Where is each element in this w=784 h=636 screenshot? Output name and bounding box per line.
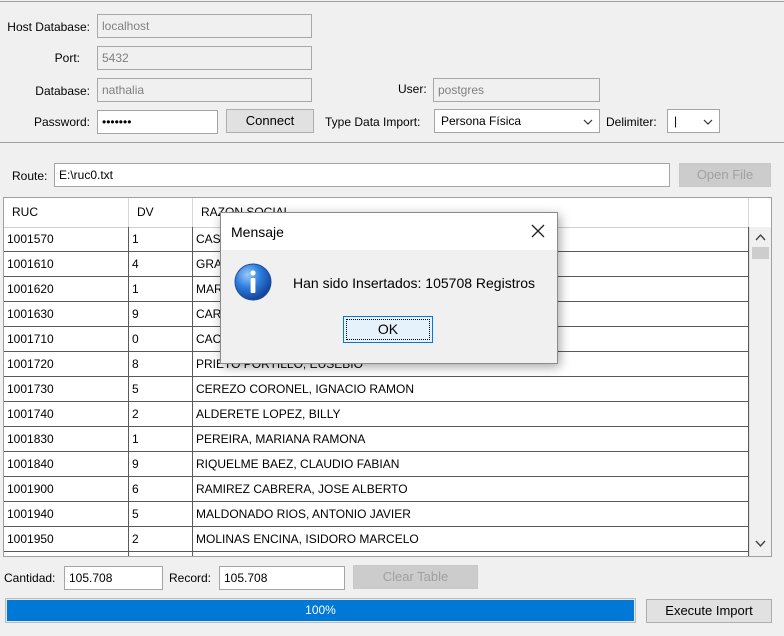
- password-label: Password:: [33, 115, 90, 129]
- cell-ruc[interactable]: 1001950: [4, 527, 129, 551]
- database-label: Database:: [35, 84, 90, 98]
- column-header-ruc[interactable]: RUC: [4, 198, 129, 227]
- cell-ruc[interactable]: 1001610: [4, 252, 129, 276]
- scrollbar-thumb[interactable]: [752, 247, 769, 259]
- import-progress-bar: 100%: [5, 598, 636, 623]
- vertical-scrollbar[interactable]: [749, 227, 771, 556]
- record-label: Record:: [169, 571, 212, 585]
- chevron-down-icon: [583, 119, 593, 125]
- close-icon[interactable]: [529, 222, 547, 240]
- cell-ruc[interactable]: 1001740: [4, 402, 129, 426]
- host-field[interactable]: localhost: [97, 14, 312, 38]
- cell-dv[interactable]: 5: [129, 502, 193, 526]
- cell-razon-social[interactable]: RAMIREZ CABRERA, JOSE ALBERTO: [193, 477, 749, 501]
- table-row[interactable]: 1001940 5 MALDONADO RIOS, ANTONIO JAVIER: [4, 502, 749, 527]
- table-row[interactable]: 1001740 2 ALDERETE LOPEZ, BILLY: [4, 402, 749, 427]
- port-field[interactable]: 5432: [97, 46, 312, 70]
- table-row[interactable]: 1001830 1 PEREIRA, MARIANA RAMONA: [4, 427, 749, 452]
- database-field[interactable]: nathalia: [97, 78, 312, 102]
- dialog-body: Han sido Insertados: 105708 Registros OK: [221, 250, 557, 363]
- cell-dv[interactable]: 2: [129, 527, 193, 551]
- cell-razon-social[interactable]: ALDERETE LOPEZ, BILLY: [193, 402, 749, 426]
- cell-ruc[interactable]: 1001710: [4, 327, 129, 351]
- cell-ruc[interactable]: 1001900: [4, 477, 129, 501]
- dialog-titlebar: Mensaje: [221, 213, 557, 250]
- section-divider: [0, 142, 784, 143]
- type-import-select[interactable]: Persona Física: [434, 109, 600, 133]
- cell-dv[interactable]: [129, 552, 193, 556]
- ok-button[interactable]: OK: [343, 316, 433, 343]
- cell-razon-social[interactable]: [193, 552, 749, 556]
- cell-dv[interactable]: 4: [129, 252, 193, 276]
- table-row[interactable]: 1001840 9 RIQUELME BAEZ, CLAUDIO FABIAN: [4, 452, 749, 477]
- cell-dv[interactable]: 9: [129, 302, 193, 326]
- dialog-title: Mensaje: [231, 224, 284, 240]
- scroll-up-icon[interactable]: [755, 233, 766, 241]
- cell-dv[interactable]: 1: [129, 427, 193, 451]
- cell-razon-social[interactable]: RIQUELME BAEZ, CLAUDIO FABIAN: [193, 452, 749, 476]
- route-label: Route:: [12, 169, 48, 183]
- user-label: User:: [398, 82, 427, 96]
- user-field[interactable]: postgres: [433, 78, 600, 102]
- cell-razon-social[interactable]: MALDONADO RIOS, ANTONIO JAVIER: [193, 502, 749, 526]
- cell-dv[interactable]: 0: [129, 327, 193, 351]
- password-field[interactable]: •••••••: [97, 110, 218, 134]
- cell-ruc[interactable]: 1001840: [4, 452, 129, 476]
- table-row[interactable]: 1001900 6 RAMIREZ CABRERA, JOSE ALBERTO: [4, 477, 749, 502]
- dialog-message: Han sido Insertados: 105708 Registros: [293, 275, 536, 291]
- cell-dv[interactable]: 5: [129, 377, 193, 401]
- connect-button[interactable]: Connect: [226, 109, 314, 133]
- cell-dv[interactable]: 9: [129, 452, 193, 476]
- message-dialog: Mensaje Han sido Insertados: 105708 Regi…: [220, 212, 558, 364]
- port-label: Port:: [54, 51, 80, 65]
- scroll-down-icon[interactable]: [755, 540, 766, 548]
- top-divider: [0, 1, 784, 2]
- delimiter-label: Delimiter:: [606, 115, 657, 129]
- cell-dv[interactable]: 6: [129, 477, 193, 501]
- table-row[interactable]: 1001730 5 CEREZO CORONEL, IGNACIO RAMON: [4, 377, 749, 402]
- column-header-dv[interactable]: DV: [129, 198, 193, 227]
- cell-ruc[interactable]: 1001630: [4, 302, 129, 326]
- cell-ruc[interactable]: 1001730: [4, 377, 129, 401]
- type-import-value: Persona Física: [441, 114, 522, 128]
- cantidad-field[interactable]: 105.708: [64, 566, 163, 590]
- cell-dv[interactable]: 2: [129, 402, 193, 426]
- cell-dv[interactable]: 1: [129, 227, 193, 251]
- cell-razon-social[interactable]: CEREZO CORONEL, IGNACIO RAMON: [193, 377, 749, 401]
- cell-dv[interactable]: 1: [129, 277, 193, 301]
- record-field[interactable]: 105.708: [219, 566, 345, 590]
- table-row[interactable]: 1001950 2 MOLINAS ENCINA, ISIDORO MARCELO: [4, 527, 749, 552]
- chevron-down-icon: [703, 119, 713, 125]
- open-file-button[interactable]: Open File: [679, 163, 771, 187]
- cell-ruc[interactable]: 1001940: [4, 502, 129, 526]
- execute-import-button[interactable]: Execute Import: [646, 599, 772, 623]
- cell-ruc[interactable]: [4, 552, 129, 556]
- cell-dv[interactable]: 8: [129, 352, 193, 376]
- cell-ruc[interactable]: 1001720: [4, 352, 129, 376]
- cell-razon-social[interactable]: PEREIRA, MARIANA RAMONA: [193, 427, 749, 451]
- progress-text: 100%: [305, 603, 336, 617]
- table-row[interactable]: [4, 552, 749, 556]
- host-label: Host Database:: [7, 20, 90, 34]
- cell-ruc[interactable]: 1001570: [4, 227, 129, 251]
- clear-table-button[interactable]: Clear Table: [353, 565, 478, 589]
- type-import-label: Type Data Import:: [325, 115, 421, 129]
- cantidad-label: Cantidad:: [4, 571, 56, 585]
- cell-razon-social[interactable]: MOLINAS ENCINA, ISIDORO MARCELO: [193, 527, 749, 551]
- delimiter-value: |: [674, 114, 678, 128]
- route-field[interactable]: E:\ruc0.txt: [54, 163, 670, 187]
- info-icon: [234, 263, 272, 301]
- cell-ruc[interactable]: 1001620: [4, 277, 129, 301]
- delimiter-select[interactable]: |: [667, 109, 720, 133]
- cell-ruc[interactable]: 1001830: [4, 427, 129, 451]
